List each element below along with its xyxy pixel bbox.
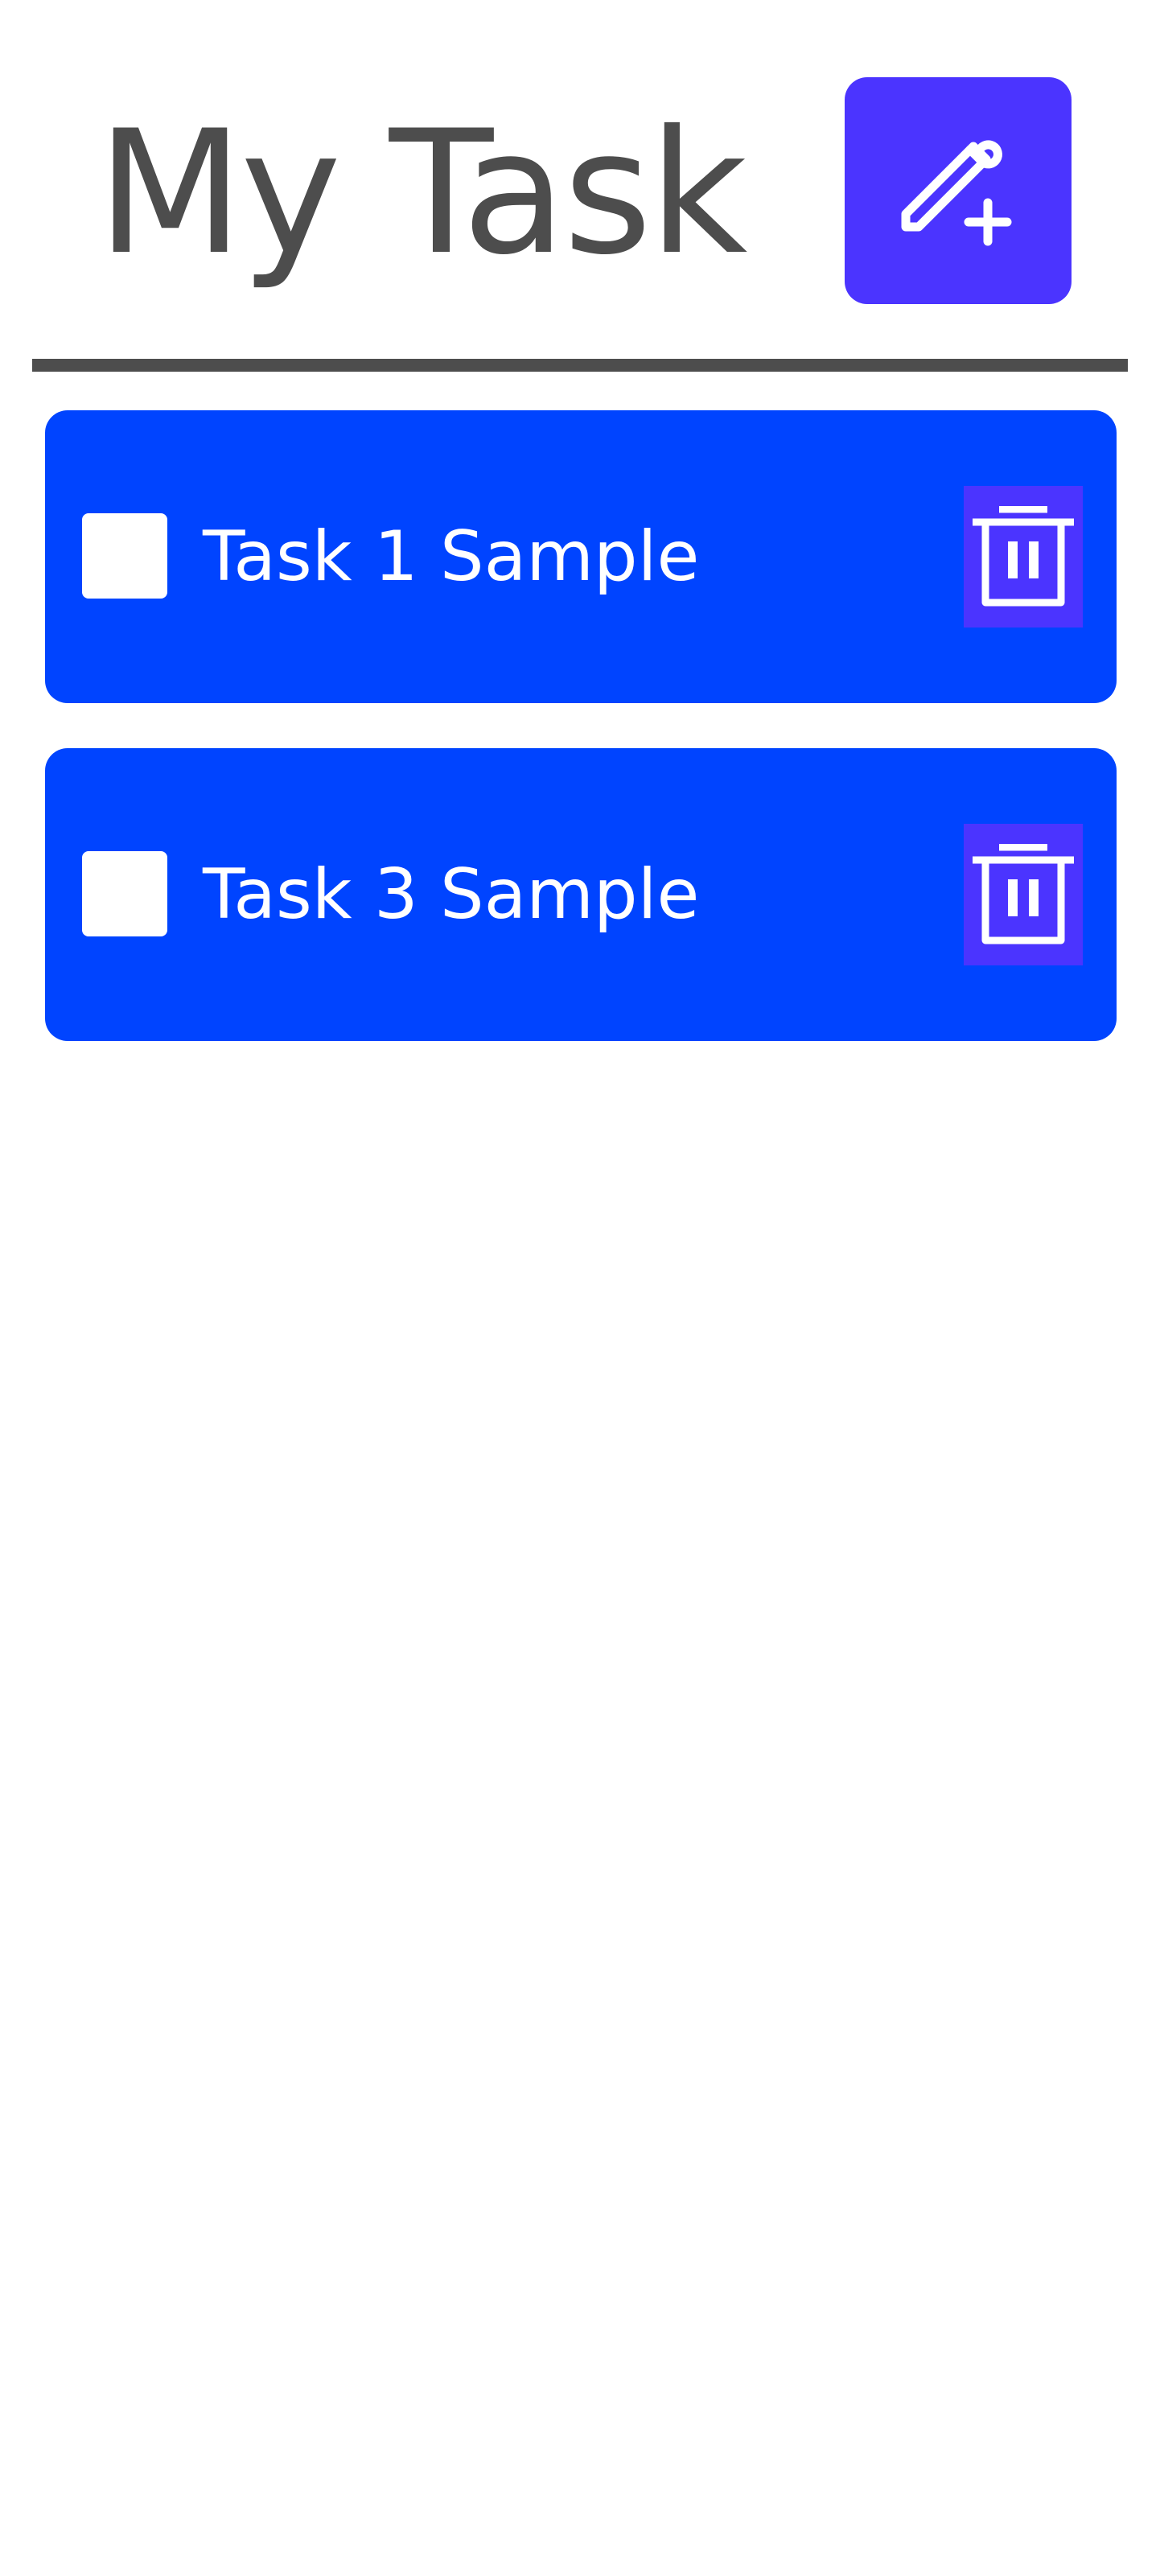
task-label: Task 3 Sample <box>203 854 700 935</box>
add-task-button[interactable] <box>845 77 1072 304</box>
trash-icon <box>973 844 1074 945</box>
trash-icon <box>973 506 1074 607</box>
task-item: Task 1 Sample <box>45 410 1117 703</box>
task-label: Task 1 Sample <box>203 516 700 597</box>
task-checkbox[interactable] <box>82 851 167 936</box>
edit-plus-icon <box>898 130 1018 251</box>
app-header: My Task <box>0 0 1160 378</box>
task-item: Task 3 Sample <box>45 748 1117 1041</box>
task-checkbox[interactable] <box>82 513 167 599</box>
delete-task-button[interactable] <box>964 824 1083 965</box>
task-list: Task 1 Sample Task 3 Sample <box>45 410 1117 1086</box>
delete-task-button[interactable] <box>964 486 1083 628</box>
header-divider <box>32 359 1128 372</box>
page-title: My Task <box>97 93 747 292</box>
